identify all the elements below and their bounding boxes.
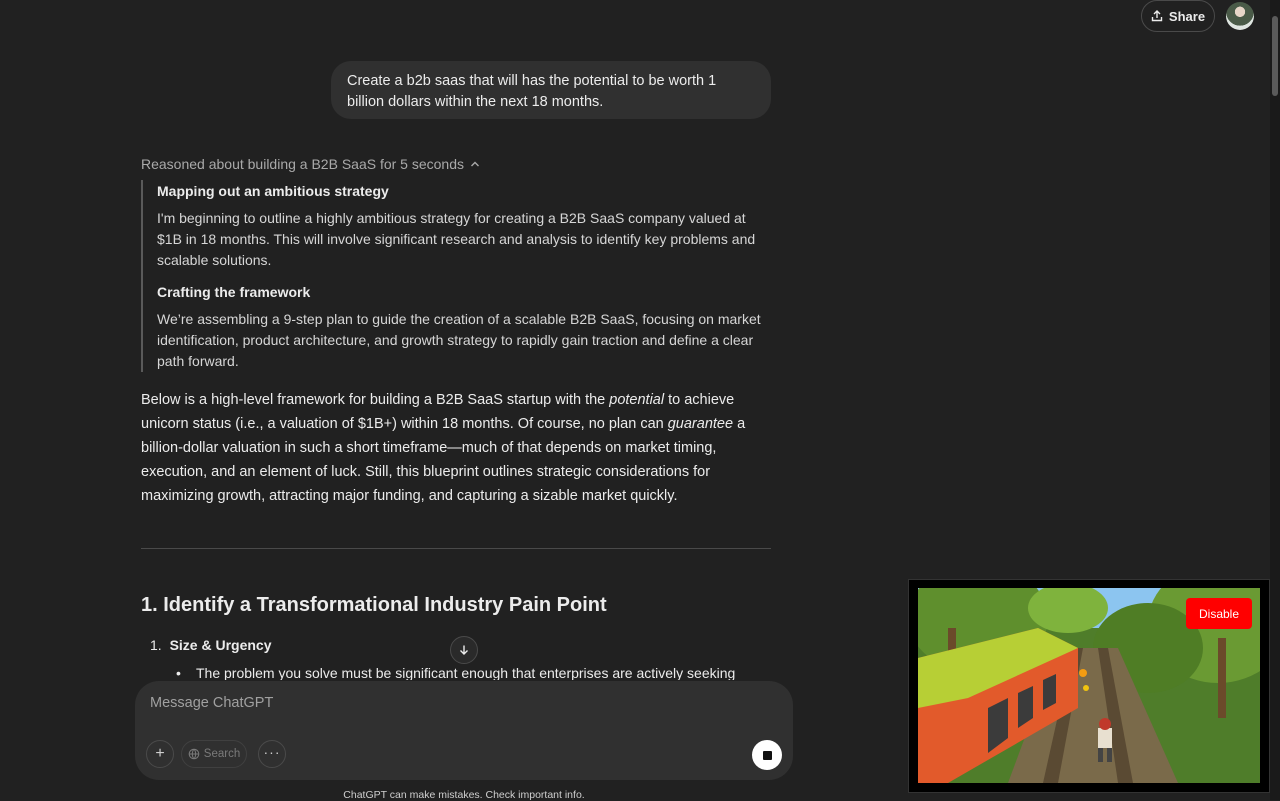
list-item: 1. Size & Urgency [150, 637, 272, 653]
ellipsis-icon: ··· [263, 744, 281, 760]
reasoning-step-title: Mapping out an ambitious strategy [157, 183, 389, 199]
list-number: 1. [150, 637, 162, 653]
bullet-text: The problem you solve must be significan… [196, 668, 736, 680]
share-label: Share [1168, 8, 1206, 24]
intro-emphasis: guarantee [667, 416, 734, 432]
intro-emphasis: potential [609, 392, 665, 408]
stop-generating-button[interactable] [752, 740, 782, 770]
reasoning-step-title: Crafting the framework [157, 284, 311, 300]
bullet-item: • The problem you solve must be signific… [176, 668, 771, 680]
share-button[interactable]: Share [1141, 0, 1215, 32]
plus-icon: + [155, 745, 165, 762]
user-message-text: Create a b2b saas that will has the pote… [347, 73, 717, 110]
search-button[interactable]: Search [181, 740, 247, 768]
share-icon [1151, 10, 1163, 22]
search-label: Search [203, 748, 241, 760]
video-overlay[interactable]: Disable [908, 579, 1270, 793]
intro-text: Below is a high-level framework for buil… [141, 392, 610, 408]
stop-icon [762, 750, 772, 760]
message-composer: + Search ··· [135, 681, 793, 780]
globe-icon [188, 748, 200, 760]
reasoning-summary: Reasoned about building a B2B SaaS for 5… [141, 156, 465, 172]
list-item-title: Size & Urgency [169, 637, 272, 653]
answer-intro: Below is a high-level framework for buil… [141, 388, 771, 508]
disclaimer: ChatGPT can make mistakes. Check importa… [343, 789, 585, 801]
avatar[interactable] [1226, 2, 1254, 30]
disable-button[interactable]: Disable [1186, 598, 1252, 629]
attach-button[interactable]: + [146, 740, 174, 768]
more-options-button[interactable]: ··· [258, 740, 286, 768]
reasoning-toggle[interactable]: Reasoned about building a B2B SaaS for 5… [141, 156, 480, 172]
section-heading: 1. Identify a Transformational Industry … [141, 594, 607, 616]
arrow-down-icon [460, 645, 468, 655]
user-message-bubble: Create a b2b saas that will has the pote… [331, 61, 771, 119]
message-input[interactable] [148, 691, 772, 715]
chevron-up-icon [471, 161, 480, 167]
scrollbar[interactable] [1270, 0, 1280, 800]
divider [141, 548, 771, 549]
scrollbar-thumb[interactable] [1272, 16, 1278, 96]
bullet-dot: • [176, 668, 181, 680]
reasoning-details: Mapping out an ambitious strategy I'm be… [141, 180, 771, 372]
scroll-to-bottom-button[interactable] [450, 636, 478, 664]
reasoning-step-body: I'm beginning to outline a highly ambiti… [157, 210, 756, 268]
reasoning-step-body: We’re assembling a 9-step plan to guide … [157, 311, 761, 369]
